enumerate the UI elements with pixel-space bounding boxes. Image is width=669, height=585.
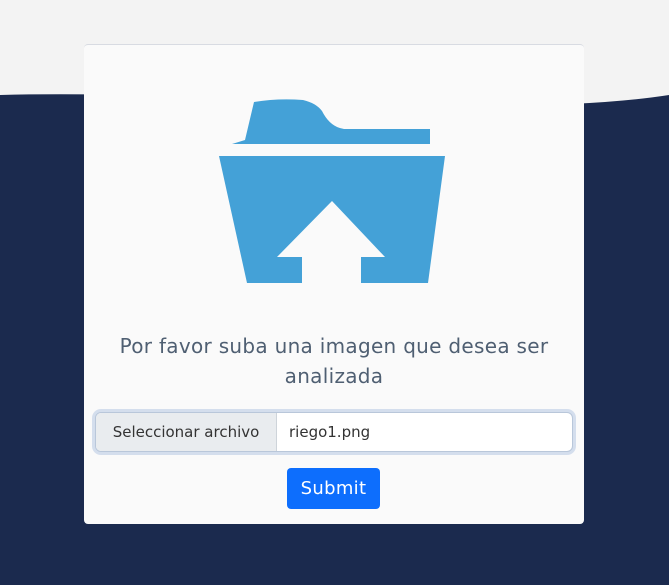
folder-upload-icon xyxy=(219,99,445,283)
file-input[interactable]: Seleccionar archivo riego1.png xyxy=(95,412,573,452)
submit-button[interactable]: Submit xyxy=(287,468,380,509)
upload-prompt: Por favor suba una imagen que desea ser … xyxy=(119,334,549,388)
upload-card: Por favor suba una imagen que desea ser … xyxy=(84,44,584,524)
selected-file-name: riego1.png xyxy=(289,423,371,441)
select-file-button[interactable]: Seleccionar archivo xyxy=(96,413,277,451)
